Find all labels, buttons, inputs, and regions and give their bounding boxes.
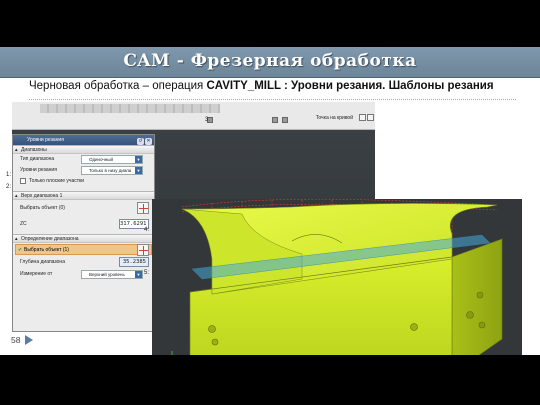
- dialog-reset-icon[interactable]: ↺: [137, 138, 144, 145]
- cut-levels-row: Уровни резания Только в низу диапа ▼: [13, 165, 154, 176]
- cut-levels-value: Только в низу диапа: [89, 168, 132, 173]
- chevron-down-icon: ▼: [135, 271, 142, 278]
- divider: [29, 99, 516, 100]
- select-object-0-label: Выбрать объект (0): [20, 205, 65, 211]
- cut-levels-dialog: Уровни резания ↺✕ Диапазоны Тип диапазон…: [12, 134, 155, 332]
- slide-title: CAM - Фрезерная обработка: [123, 51, 417, 71]
- flat-only-label: Только плоские участки: [29, 178, 85, 184]
- milling-part-model[interactable]: [152, 199, 522, 355]
- range-type-value: Одиночный: [89, 157, 114, 162]
- slide: CAM - Фрезерная обработка Черновая обраб…: [0, 47, 540, 355]
- measure-from-row: Измерение от Верхний уровень ▼: [13, 269, 154, 280]
- callout-4: 4:: [144, 227, 150, 233]
- subtitle-prefix: Черновая обработка – операция: [29, 80, 207, 92]
- select-object-1-label: Выбрать объект (1): [24, 247, 69, 253]
- section-define-range[interactable]: Определение диапазона: [13, 234, 154, 243]
- section-ranges[interactable]: Диапазоны: [13, 145, 154, 154]
- dialog-title-text: Уровни резания: [27, 137, 64, 143]
- snap-extra-icon[interactable]: [367, 114, 374, 121]
- snap-mode-label[interactable]: Точка на кривой: [316, 115, 353, 121]
- flat-only-checkbox[interactable]: [20, 177, 26, 184]
- front-hole-2: [211, 338, 219, 346]
- title-bar: CAM - Фрезерная обработка: [0, 47, 540, 78]
- subtitle-bold: CAVITY_MILL : Уровни резания. Шаблоны ре…: [206, 80, 494, 92]
- next-slide-arrow-icon[interactable]: [25, 335, 33, 345]
- select-object-0-button[interactable]: [137, 202, 149, 214]
- range-type-select[interactable]: Одиночный ▼: [81, 155, 143, 164]
- measure-from-label: Измерение от: [20, 271, 53, 277]
- callout-5: 5:: [144, 270, 150, 276]
- select-object-1-button[interactable]: [137, 244, 149, 256]
- front-hole-3: [410, 323, 418, 331]
- section-top-range[interactable]: Верх диапазона 1: [13, 191, 154, 200]
- select-object-0-row: Выбрать объект (0): [13, 200, 154, 216]
- nx-toolbar: Точка на кривой: [12, 102, 375, 130]
- zc-row: ZC 317.6291: [13, 216, 154, 232]
- cut-levels-select[interactable]: Только в низу диапа ▼: [81, 166, 143, 175]
- part-side-face: [451, 238, 503, 355]
- depth-label: Глубина диапазона: [20, 259, 65, 265]
- depth-row: Глубина диапазона 35.2385: [13, 256, 154, 269]
- side-hole-1: [466, 311, 474, 319]
- cut-levels-label: Уровни резания: [20, 167, 57, 173]
- side-hole-3: [476, 291, 484, 299]
- flat-only-row: Только плоские участки: [13, 176, 154, 187]
- callout-1: 1:: [6, 172, 12, 178]
- chevron-down-icon: ▼: [135, 167, 142, 174]
- callout-2: 2:: [6, 184, 12, 190]
- toolbar-strip: [40, 104, 220, 113]
- snap-point-icon[interactable]: [359, 114, 366, 121]
- zc-label: ZC: [20, 221, 27, 227]
- measure-from-select[interactable]: Верхний уровень ▼: [81, 270, 143, 279]
- dialog-close-icon[interactable]: ✕: [145, 138, 152, 145]
- snap-icon-2[interactable]: [272, 117, 278, 123]
- snap-icon-3[interactable]: [282, 117, 288, 123]
- dialog-title: Уровни резания ↺ ✕: [13, 135, 154, 145]
- select-object-1-row[interactable]: Выбрать объект (1): [15, 244, 152, 256]
- depth-input[interactable]: 35.2385: [119, 257, 149, 267]
- chevron-down-icon: ▼: [135, 156, 142, 163]
- page-number: 58: [11, 335, 21, 345]
- side-hole-2: [478, 321, 486, 329]
- range-type-row: Тип диапазона Одиночный ▼: [13, 154, 154, 165]
- callout-3: 3:: [205, 117, 211, 123]
- front-hole-1: [208, 325, 216, 333]
- range-type-label: Тип диапазона: [20, 156, 55, 162]
- measure-from-value: Верхний уровень: [89, 272, 125, 277]
- slide-subtitle: Черновая обработка – операция CAVITY_MIL…: [29, 80, 494, 92]
